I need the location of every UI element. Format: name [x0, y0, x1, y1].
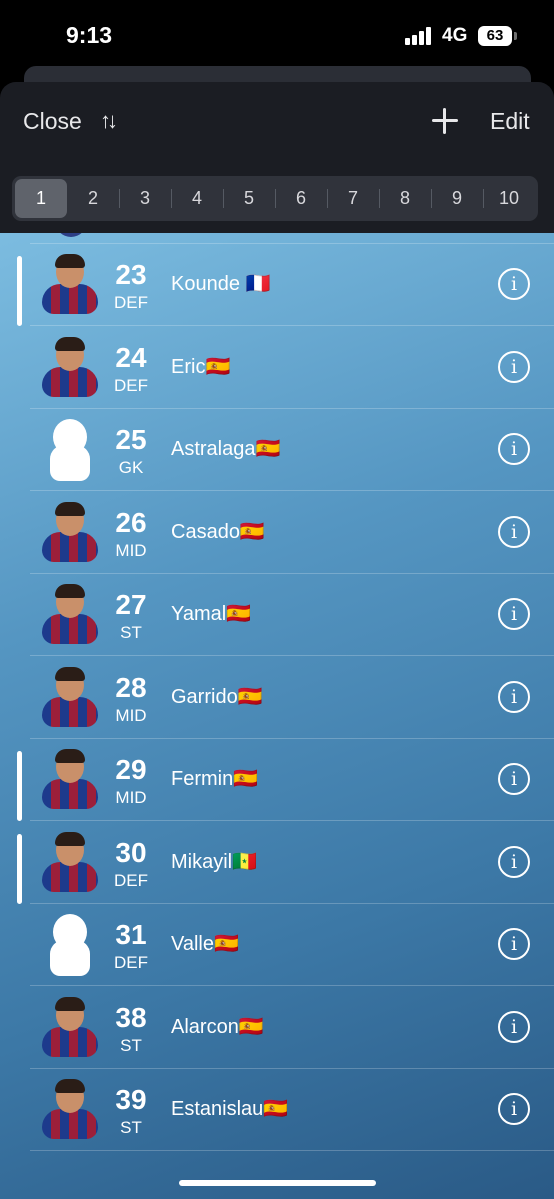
player-row[interactable]: 30 DEF Mikayil🇸🇳 i	[17, 822, 554, 904]
segment-2[interactable]: 2	[67, 179, 119, 218]
player-number: 30	[115, 836, 147, 868]
segment-7[interactable]: 7	[327, 179, 379, 218]
player-row[interactable]: 23 DEF Kounde 🇫🇷 i	[17, 244, 554, 326]
player-position: MID	[115, 705, 147, 725]
player-position: ST	[120, 1118, 142, 1137]
network-type: 4G	[442, 25, 468, 46]
segment-10[interactable]: 10	[483, 179, 535, 218]
info-icon[interactable]: i	[498, 1010, 530, 1043]
player-name: Astralaga🇪🇸	[171, 438, 281, 460]
player-list[interactable]: 23 DEF Kounde 🇫🇷 i 24 DEF Eric🇪🇸 i 25 GK Astralaga…	[0, 233, 554, 1199]
placeholder-avatar	[40, 914, 100, 976]
info-icon[interactable]: i	[498, 1093, 530, 1125]
player-position: DEF	[114, 293, 148, 312]
info-icon[interactable]: i	[498, 433, 530, 465]
player-number: 28	[115, 671, 147, 703]
info-icon[interactable]: i	[498, 350, 530, 383]
cellular-signal-icon	[405, 27, 435, 45]
player-row[interactable]: 38 ST Alarcon🇪🇸 i	[30, 987, 554, 1069]
close-button[interactable]: Close	[23, 108, 82, 135]
player-row[interactable]: 29 MID Fermin🇪🇸 i	[17, 739, 554, 821]
player-row[interactable]: 39 ST Estanislau🇪🇸 i	[30, 1069, 554, 1151]
player-name: Eric🇪🇸	[171, 355, 231, 378]
player-number: 38	[115, 1001, 147, 1033]
player-number: 39	[115, 1084, 147, 1115]
player-number: 31	[115, 919, 147, 950]
player-avatar	[40, 996, 100, 1059]
selection-marker	[17, 833, 22, 904]
battery-icon: 63	[478, 26, 512, 46]
player-position: MID	[115, 788, 147, 807]
info-icon[interactable]: i	[498, 598, 530, 630]
player-position: ST	[120, 1035, 142, 1055]
battery-tip	[514, 32, 517, 40]
player-name: Kounde 🇫🇷	[171, 273, 271, 295]
player-avatar	[40, 666, 100, 729]
player-position: GK	[118, 458, 144, 477]
edit-button[interactable]: Edit	[490, 108, 530, 135]
page-segmented-control: 1 2 3 4 5 6 7 8 9 10	[12, 176, 538, 221]
player-number: 29	[115, 754, 147, 785]
player-avatar	[40, 501, 100, 564]
player-position: DEF	[114, 375, 148, 395]
home-indicator	[179, 1180, 376, 1186]
segment-9[interactable]: 9	[431, 179, 483, 218]
player-avatar	[40, 831, 100, 894]
selection-marker	[17, 256, 22, 326]
segment-3[interactable]: 3	[119, 179, 171, 218]
player-position: ST	[120, 623, 142, 642]
player-row[interactable]: 28 MID Garrido🇪🇸 i	[30, 657, 554, 739]
player-number: 23	[115, 259, 147, 290]
player-name: Mikayil🇸🇳	[171, 850, 258, 873]
player-position: DEF	[114, 953, 148, 972]
player-row[interactable]: 31 DEF Valle🇪🇸 i	[30, 904, 554, 986]
player-row[interactable]: 24 DEF Eric🇪🇸 i	[30, 327, 554, 409]
segment-4[interactable]: 4	[171, 179, 223, 218]
segment-5[interactable]: 5	[223, 179, 275, 218]
player-row[interactable]: 25 GK Astralaga🇪🇸 i	[30, 409, 554, 491]
sort-icon[interactable]: ↑↓	[100, 108, 118, 134]
info-icon[interactable]: i	[498, 928, 530, 960]
sheet-header: Close ↑↓ Edit 1 2 3 4 5 6 7 8 9 10	[0, 82, 554, 233]
player-name: Garrido🇪🇸	[171, 685, 263, 708]
info-icon[interactable]: i	[498, 515, 530, 548]
player-avatar	[40, 749, 100, 811]
status-time: 9:13	[66, 22, 113, 48]
info-icon[interactable]: i	[498, 845, 530, 878]
player-avatar	[40, 254, 100, 316]
info-icon[interactable]: i	[498, 763, 530, 795]
status-bar: 9:13 4G 63	[0, 0, 554, 70]
segment-6[interactable]: 6	[275, 179, 327, 218]
player-avatar	[40, 584, 100, 646]
player-number: 26	[115, 506, 147, 538]
player-row[interactable]: 27 ST Yamal🇪🇸 i	[30, 574, 554, 656]
player-avatar	[40, 336, 100, 399]
placeholder-avatar	[40, 419, 100, 481]
player-row[interactable]: 26 MID Casado🇪🇸 i	[30, 492, 554, 574]
player-name: Estanislau🇪🇸	[171, 1098, 289, 1120]
selection-marker	[17, 751, 22, 821]
player-number: 24	[115, 341, 147, 373]
player-name: Valle🇪🇸	[171, 933, 239, 955]
player-avatar	[40, 1079, 100, 1141]
player-number: 27	[115, 589, 147, 620]
segment-1[interactable]: 1	[15, 179, 67, 218]
player-name: Yamal🇪🇸	[171, 603, 252, 625]
segment-8[interactable]: 8	[379, 179, 431, 218]
player-position: MID	[115, 540, 147, 560]
player-number: 25	[115, 424, 147, 455]
player-position: DEF	[114, 870, 148, 890]
partial-avatar	[55, 233, 87, 237]
add-icon[interactable]	[430, 106, 460, 136]
player-name: Casado🇪🇸	[171, 520, 265, 543]
player-name: Fermin🇪🇸	[171, 768, 259, 790]
info-icon[interactable]: i	[498, 268, 530, 300]
player-name: Alarcon🇪🇸	[171, 1015, 264, 1038]
info-icon[interactable]: i	[498, 680, 530, 713]
